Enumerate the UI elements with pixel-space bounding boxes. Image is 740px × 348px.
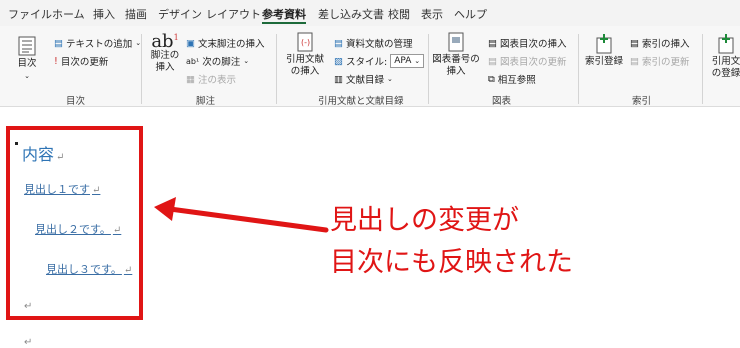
insert-footnote-label: 脚注の挿入 xyxy=(150,50,180,73)
chevron-down-icon: ⌄ xyxy=(387,75,393,83)
annotation-line-2: 目次にも反映された xyxy=(330,247,573,278)
update-table-of-figures-label: 図表目次の更新 xyxy=(499,57,567,68)
insert-table-of-figures-button[interactable]: ▤ 図表目次の挿入 xyxy=(488,36,567,51)
mark-entry-icon xyxy=(596,34,612,54)
chevron-down-icon: ⌄ xyxy=(24,72,30,80)
tab-mailings[interactable]: 差し込み文書 xyxy=(318,6,384,22)
mark-citation-button[interactable]: 引用文の登録 xyxy=(706,34,740,80)
insert-endnote-button[interactable]: ▣ 文末脚注の挿入 xyxy=(186,36,265,51)
update-icon: ! xyxy=(54,55,58,67)
mark-entry-label: 索引登録 xyxy=(584,56,623,67)
show-notes-label: 注の表示 xyxy=(197,75,236,86)
cross-reference-label: 相互参照 xyxy=(497,75,536,86)
group-divider xyxy=(276,34,277,104)
group-divider xyxy=(578,34,579,104)
insert-citation-button[interactable]: (-) 引用文献の挿入 xyxy=(282,32,328,78)
group-divider xyxy=(428,34,429,104)
cross-reference-icon: ⧉ xyxy=(488,73,495,85)
chevron-down-icon: ⌄ xyxy=(243,57,250,65)
show-notes-button[interactable]: ▦ 注の表示 xyxy=(186,72,236,87)
footnote-icon: ab1 xyxy=(151,31,179,52)
citation-icon: (-) xyxy=(297,32,313,52)
svg-text:(-): (-) xyxy=(301,38,310,47)
tab-insert[interactable]: 挿入 xyxy=(93,6,115,22)
group-divider xyxy=(702,34,703,104)
show-notes-icon: ▦ xyxy=(186,73,195,85)
manage-sources-button[interactable]: ▤ 資料文献の管理 xyxy=(334,36,413,51)
tab-references[interactable]: 参考資料 xyxy=(262,6,306,22)
highlight-box xyxy=(6,126,143,320)
toc-button[interactable]: 目次 ⌄ xyxy=(14,36,40,82)
update-toc-button[interactable]: ! 目次の更新 xyxy=(54,54,109,69)
update-icon: ▤ xyxy=(630,55,639,67)
caption-icon xyxy=(448,32,464,52)
style-icon: ▧ xyxy=(334,55,343,67)
next-footnote-icon: ab¹ xyxy=(186,56,200,66)
update-toc-label: 目次の更新 xyxy=(60,57,109,68)
tab-help[interactable]: ヘルプ xyxy=(454,6,487,22)
insert-table-of-figures-label: 図表目次の挿入 xyxy=(499,39,567,50)
toc-button-label: 目次 xyxy=(17,58,37,69)
group-label-footnotes: 脚注 xyxy=(196,96,216,107)
manage-sources-icon: ▤ xyxy=(334,37,343,49)
insert-caption-button[interactable]: 図表番号の挿入 xyxy=(432,32,480,78)
bibliography-label: 文献目録 xyxy=(345,75,384,86)
citation-style-value: APA xyxy=(394,56,412,66)
group-label-captions: 図表 xyxy=(492,96,512,107)
bibliography-icon: ▥ xyxy=(334,73,343,85)
active-tab-indicator xyxy=(262,22,306,24)
update-index-label: 索引の更新 xyxy=(641,57,690,68)
add-text-icon: ▤ xyxy=(54,37,63,49)
group-label-toc: 目次 xyxy=(66,96,86,107)
tab-view[interactable]: 表示 xyxy=(421,6,443,22)
tab-file[interactable]: ファイル xyxy=(8,6,52,22)
group-label-index: 索引 xyxy=(632,96,652,107)
group-divider xyxy=(141,34,142,104)
manage-sources-label: 資料文献の管理 xyxy=(345,39,413,50)
tab-layout[interactable]: レイアウト xyxy=(206,6,261,22)
mark-citation-icon xyxy=(718,34,734,54)
update-icon: ▤ xyxy=(488,55,497,67)
cross-reference-button[interactable]: ⧉ 相互参照 xyxy=(488,72,536,87)
paragraph-mark: ↵ xyxy=(24,337,33,348)
update-table-of-figures-button[interactable]: ▤ 図表目次の更新 xyxy=(488,54,567,69)
table-of-contents-icon xyxy=(18,36,36,56)
arrow-icon xyxy=(154,197,329,233)
add-text-button[interactable]: ▤ テキストの追加 ⌄ xyxy=(54,36,141,51)
tab-design[interactable]: デザイン xyxy=(158,6,202,22)
mark-entry-button[interactable]: 索引登録 xyxy=(582,34,626,68)
group-label-citations: 引用文献と文献目録 xyxy=(318,96,404,107)
insert-citation-label: 引用文献の挿入 xyxy=(285,54,324,77)
tab-draw[interactable]: 描画 xyxy=(125,6,147,22)
endnote-icon: ▣ xyxy=(186,37,195,49)
index-icon: ▤ xyxy=(630,37,639,49)
add-text-label: テキストの追加 xyxy=(65,39,133,50)
citation-style-control: ▧ スタイル: APA ⌄ xyxy=(334,54,425,68)
next-footnote-button[interactable]: ab¹ 次の脚注 ⌄ xyxy=(186,54,250,69)
annotation-line-1: 見出しの変更が xyxy=(330,205,519,236)
ribbon: 目次 ⌄ ▤ テキストの追加 ⌄ ! 目次の更新 目次 ab1 脚注の挿入 ▣ … xyxy=(0,26,740,128)
citation-style-label: スタイル: xyxy=(345,57,388,68)
insert-caption-label: 図表番号の挿入 xyxy=(432,54,480,77)
insert-endnote-label: 文末脚注の挿入 xyxy=(197,39,265,50)
menu-bar: ファイル ホーム 挿入 描画 デザイン レイアウト 参考資料 差し込み文書 校閲… xyxy=(0,0,740,26)
table-of-figures-icon: ▤ xyxy=(488,37,497,49)
citation-style-select[interactable]: APA ⌄ xyxy=(390,54,425,68)
bibliography-button[interactable]: ▥ 文献目録 ⌄ xyxy=(334,72,393,87)
tab-review[interactable]: 校閲 xyxy=(388,6,410,22)
tab-home[interactable]: ホーム xyxy=(52,6,85,22)
mark-citation-label: 引用文の登録 xyxy=(711,56,740,79)
chevron-down-icon: ⌄ xyxy=(414,57,421,65)
update-index-button[interactable]: ▤ 索引の更新 xyxy=(630,54,690,69)
next-footnote-label: 次の脚注 xyxy=(202,57,241,68)
insert-index-label: 索引の挿入 xyxy=(641,39,690,50)
insert-index-button[interactable]: ▤ 索引の挿入 xyxy=(630,36,690,51)
insert-footnote-button[interactable]: ab1 脚注の挿入 xyxy=(148,32,182,74)
